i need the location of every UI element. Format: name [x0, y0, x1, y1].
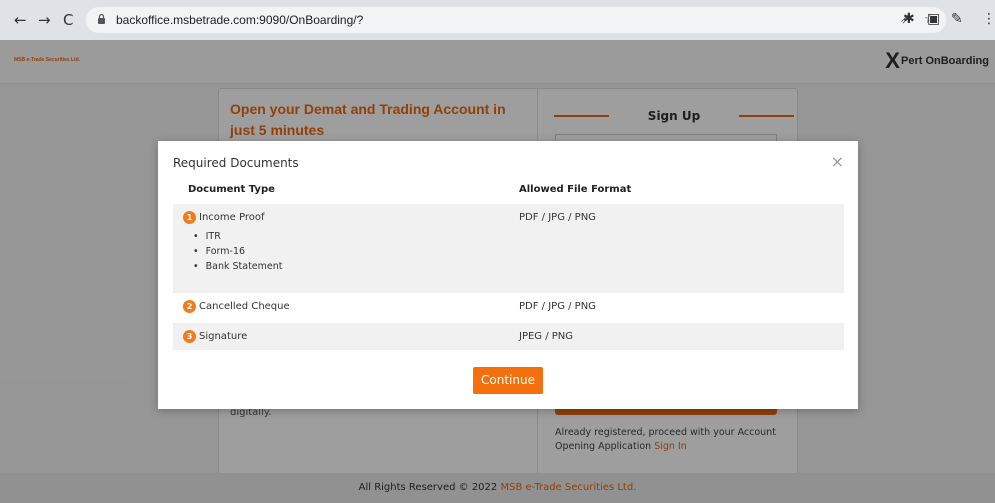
- close-icon[interactable]: ×: [831, 152, 844, 171]
- file-format: PDF / JPG / PNG: [519, 212, 596, 223]
- list-item: ITR: [193, 229, 282, 244]
- document-label: Signature: [199, 331, 248, 342]
- file-format: JPEG / PNG: [519, 331, 574, 342]
- lock-icon: [98, 13, 105, 24]
- menu-kebab-icon[interactable]: ⋮: [982, 11, 995, 27]
- modal-title: Required Documents: [173, 156, 299, 170]
- reload-icon[interactable]: C: [63, 11, 73, 29]
- forward-arrow-icon[interactable]: →: [38, 11, 51, 29]
- document-name: 3 Signature: [183, 330, 247, 343]
- url-text: backoffice.msbetrade.com:9090/OnBoarding…: [116, 13, 364, 27]
- number-badge: 2: [183, 300, 196, 313]
- required-documents-modal: Required Documents × Document Type Allow…: [158, 141, 858, 409]
- list-item: Bank Statement: [193, 259, 283, 274]
- document-name: 1 Income Proof: [183, 211, 264, 224]
- document-name: 2 Cancelled Cheque: [183, 300, 290, 313]
- extensions-icon[interactable]: ✱: [903, 11, 915, 27]
- document-label: Income Proof: [199, 212, 265, 223]
- side-panel-icon[interactable]: ▣: [927, 11, 940, 27]
- file-format: PDF / JPG / PNG: [519, 301, 596, 312]
- column-header-file-format: Allowed File Format: [519, 184, 632, 195]
- continue-button[interactable]: Continue: [473, 367, 543, 394]
- number-badge: 3: [183, 330, 196, 343]
- document-label: Cancelled Cheque: [199, 301, 290, 312]
- browser-toolbar: ← → C backoffice.msbetrade.com:9090/OnBo…: [0, 0, 995, 40]
- table-row: 1 Income Proof PDF / JPG / PNG ITR Form-…: [173, 204, 844, 293]
- address-bar[interactable]: backoffice.msbetrade.com:9090/OnBoarding…: [86, 7, 946, 33]
- back-arrow-icon[interactable]: ←: [14, 11, 27, 29]
- number-badge: 1: [183, 211, 196, 224]
- sub-document-list: ITR Form-16 Bank Statement: [193, 229, 283, 274]
- table-header: Document Type Allowed File Format: [173, 178, 844, 204]
- column-header-document-type: Document Type: [188, 184, 275, 195]
- list-item: Form-16: [193, 244, 282, 259]
- extension-pen-icon[interactable]: ✎: [951, 11, 963, 27]
- table-row: 3 Signature JPEG / PNG: [173, 323, 844, 350]
- table-row: 2 Cancelled Cheque PDF / JPG / PNG: [173, 293, 844, 323]
